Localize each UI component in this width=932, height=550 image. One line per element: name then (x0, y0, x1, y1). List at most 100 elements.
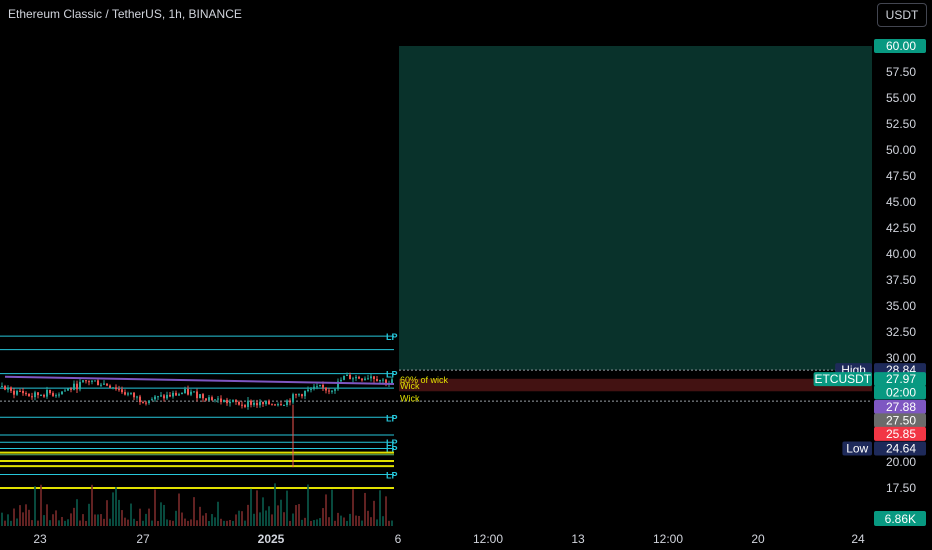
price-chart[interactable]: LPLPLPLPLPLP 60% of wickWickWick 17.5020… (0, 0, 932, 550)
level-label: LP (386, 332, 398, 342)
volume-bar (280, 499, 282, 526)
candle-body (358, 376, 360, 379)
volume-bar (28, 509, 30, 526)
candle-body (373, 376, 375, 379)
volume-bar (22, 512, 24, 526)
candle-body (220, 398, 222, 403)
candle-body (136, 396, 138, 398)
candle-body (367, 378, 369, 380)
candle-body (61, 391, 63, 395)
volume-bar (31, 520, 33, 526)
candle-body (298, 394, 300, 396)
candle-body (316, 386, 318, 388)
volume-bar (259, 512, 261, 526)
candle-body (229, 401, 231, 404)
candle-body (331, 390, 333, 392)
price-tag-value: 27.97 (886, 372, 916, 386)
candle-body (238, 401, 240, 405)
candle-body (340, 379, 342, 382)
y-tick-label: 52.50 (886, 117, 916, 131)
volume-bar (178, 493, 180, 526)
volume-bar (109, 518, 111, 526)
volume-bar (247, 504, 249, 526)
volume-bar (361, 520, 363, 526)
candle-body (277, 404, 279, 406)
candle-body (319, 384, 321, 387)
volume-bar (250, 488, 252, 526)
volume-bar (337, 512, 339, 526)
volume-bar (55, 510, 57, 526)
candle-body (169, 394, 171, 397)
volume-bar (103, 518, 105, 526)
x-tick-label: 12:00 (473, 532, 503, 546)
candle-body (196, 391, 198, 399)
volume-bar (256, 490, 258, 526)
price-tag-value: 27.50 (886, 413, 916, 427)
candle-body (202, 394, 204, 399)
volume-bar (154, 489, 156, 526)
y-tick-label: 55.00 (886, 91, 916, 105)
volume-bar (124, 517, 126, 526)
price-tag-value: 24.64 (886, 441, 916, 455)
y-tick-label: 45.00 (886, 195, 916, 209)
volume-bar (91, 484, 93, 526)
volume-bar (262, 497, 264, 526)
candle-body (139, 396, 141, 403)
volume-bar (208, 520, 210, 526)
candle-body (157, 396, 159, 398)
candle-body (391, 379, 393, 384)
candle-body (163, 395, 165, 399)
candle-body (235, 400, 237, 402)
volume-bar (334, 520, 336, 526)
candle-body (19, 390, 21, 392)
volume-bar (142, 520, 144, 526)
volume-bar (49, 520, 51, 526)
volume-bar (13, 508, 15, 526)
candle-body (160, 395, 162, 397)
volume-bar (7, 514, 9, 526)
candle-body (343, 375, 345, 380)
x-tick-label: 12:00 (653, 532, 683, 546)
volume-bar (265, 510, 267, 526)
candle-body (313, 386, 315, 390)
candle-body (205, 398, 207, 401)
volume-bar (106, 500, 108, 526)
candle-body (64, 390, 66, 392)
volume-bar (16, 518, 18, 526)
candle-body (46, 389, 48, 397)
volume-bar (358, 515, 360, 526)
candle-body (253, 402, 255, 405)
volume-bar (244, 520, 246, 526)
volume-bar (382, 516, 384, 526)
volume-bar (190, 519, 192, 526)
candle-body (115, 387, 117, 390)
volume-bar (379, 490, 381, 526)
volume-bar (34, 486, 36, 526)
volume-bar (217, 501, 219, 526)
volume-bar (40, 484, 42, 526)
volume-bar (223, 520, 225, 526)
candle-body (172, 392, 174, 397)
volume-bar (274, 483, 276, 526)
x-tick-label: 23 (33, 532, 47, 546)
candle-body (382, 379, 384, 381)
candle-body (199, 394, 201, 399)
candle-body (217, 398, 219, 400)
volume-bar (352, 489, 354, 526)
y-tick-label: 57.50 (886, 65, 916, 79)
volume-bar (166, 519, 168, 526)
volume-bar (319, 518, 321, 526)
candle-body (241, 404, 243, 406)
candle-body (4, 386, 6, 390)
volume-bar (205, 513, 207, 526)
candle-body (58, 394, 60, 396)
candle-body (100, 384, 102, 386)
candle-body (295, 394, 297, 396)
candle-body (271, 404, 273, 406)
volume-bar (310, 520, 312, 526)
x-tick-label: 24 (851, 532, 865, 546)
candle-body (31, 396, 33, 398)
candle-body (175, 392, 177, 396)
candle-body (106, 383, 108, 386)
price-tag-label: Low (846, 441, 868, 455)
